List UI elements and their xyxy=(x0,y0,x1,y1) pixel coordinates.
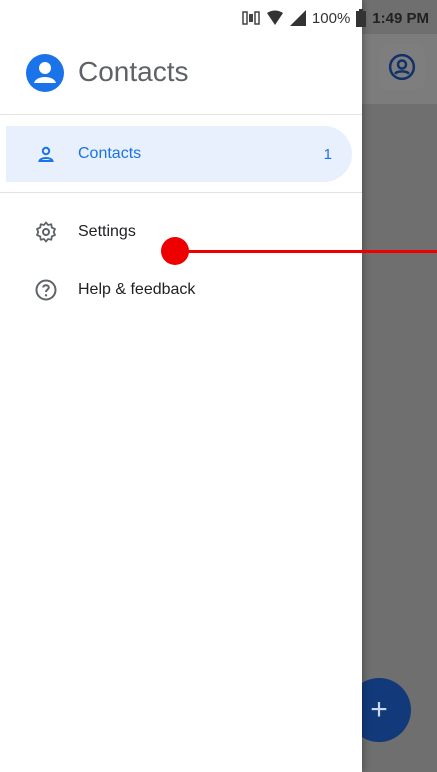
drawer-app-title: Contacts xyxy=(78,56,189,87)
touch-point-indicator xyxy=(161,237,189,265)
wifi-icon xyxy=(266,10,284,26)
drawer-item-label: Help & feedback xyxy=(78,281,196,298)
person-icon xyxy=(38,146,54,162)
drawer-item-help-feedback[interactable]: Help & feedback xyxy=(0,266,362,314)
battery-percentage: 100% xyxy=(311,9,351,27)
account-button[interactable] xyxy=(379,44,425,90)
plus-icon: + xyxy=(370,693,388,726)
navigation-drawer: Contacts Contacts 1 Settings Help & feed… xyxy=(0,0,362,772)
contacts-logo-icon xyxy=(26,54,64,92)
account-icon xyxy=(388,53,416,81)
contacts-count: 1 xyxy=(323,145,332,163)
clock: 1:49 PM xyxy=(372,9,429,27)
help-icon xyxy=(35,279,57,301)
swipe-gesture-trail xyxy=(175,250,437,253)
drawer-header: Contacts xyxy=(0,34,362,114)
section-divider xyxy=(0,192,362,193)
header-divider xyxy=(0,114,362,115)
drawer-item-contacts[interactable]: Contacts 1 xyxy=(0,130,362,178)
drawer-item-label: Contacts xyxy=(78,145,142,162)
gear-icon xyxy=(36,221,56,243)
battery-icon xyxy=(356,9,367,27)
signal-icon xyxy=(289,10,306,26)
status-bar: 100% 1:49 PM xyxy=(0,0,437,34)
drawer-item-label: Settings xyxy=(78,223,136,240)
cast-icon xyxy=(242,10,260,26)
